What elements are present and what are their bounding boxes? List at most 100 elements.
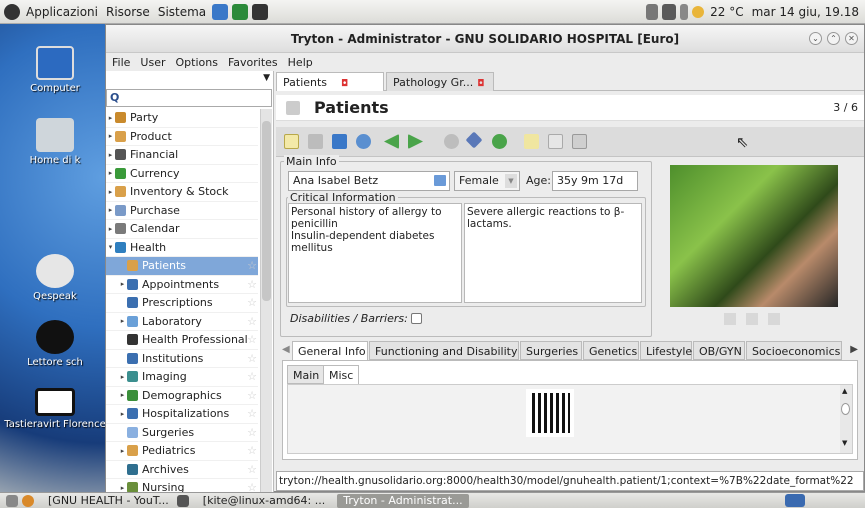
chevron-right-icon[interactable]: ▸ — [106, 169, 115, 177]
sidebar-item-pediatrics[interactable]: ▸ Pediatrics ☆ — [106, 442, 258, 461]
menu-options[interactable]: Options — [176, 56, 218, 69]
sidebar-item-archives[interactable]: Archives ☆ — [106, 461, 258, 479]
favorite-star-icon[interactable]: ☆ — [247, 426, 257, 439]
tab-lifestyle[interactable]: Lifestyle — [640, 341, 692, 360]
menu-file[interactable]: File — [112, 56, 130, 69]
tab-functioning-and-disability[interactable]: Functioning and Disability — [369, 341, 519, 360]
desktop-icon-screen-reader[interactable]: Lettore sch — [0, 320, 110, 368]
menu-sistema[interactable]: Sistema — [158, 5, 206, 19]
sidebar-item-health-professional[interactable]: Health Professional ☆ — [106, 331, 258, 350]
workspace-switcher-icon[interactable] — [785, 494, 805, 507]
chevron-right-icon[interactable]: ▸ — [106, 225, 115, 233]
photo-open-icon[interactable] — [724, 313, 736, 325]
scroll-tabs-left-icon[interactable]: ◀ — [282, 344, 290, 355]
browser-launcher-icon[interactable] — [212, 3, 229, 20]
battery-icon[interactable] — [680, 3, 689, 20]
sidebar-item-institutions[interactable]: Institutions ☆ — [106, 350, 258, 368]
distro-logo-icon[interactable] — [4, 3, 20, 20]
sidebar-item-demographics[interactable]: ▸ Demographics ☆ — [106, 387, 258, 405]
favorite-star-icon[interactable]: ☆ — [247, 389, 257, 402]
scrollbar-thumb[interactable] — [262, 121, 271, 301]
sidebar-item-laboratory[interactable]: ▸ Laboratory ☆ — [106, 313, 258, 331]
sidebar-item-health[interactable]: ▾ Health — [106, 239, 258, 257]
sidebar-item-financial[interactable]: ▸ Financial — [106, 146, 258, 165]
chevron-right-icon[interactable]: ▸ — [106, 151, 115, 159]
network-signal-icon[interactable] — [662, 3, 677, 20]
email-icon[interactable] — [548, 134, 563, 149]
misc-scrollbar[interactable]: ▲ ▼ — [840, 385, 852, 453]
sidebar-item-currency[interactable]: ▸ Currency — [106, 165, 258, 183]
maximize-icon[interactable]: ⌃ — [827, 32, 840, 45]
menu-applicazioni[interactable]: Applicazioni — [26, 5, 98, 19]
favorite-star-icon[interactable]: ☆ — [247, 370, 257, 383]
menu-favorites[interactable]: Favorites — [228, 56, 278, 69]
sidebar-scrollbar[interactable] — [260, 109, 272, 493]
show-desktop-icon[interactable] — [6, 494, 18, 507]
subtab-misc[interactable]: Misc — [323, 365, 360, 384]
sidebar-item-calendar[interactable]: ▸ Calendar — [106, 220, 258, 239]
sidebar-item-surgeries[interactable]: Surgeries ☆ — [106, 424, 258, 442]
desktop-icon-qespeak[interactable]: Qespeak — [0, 254, 110, 302]
volume-icon[interactable] — [646, 3, 659, 20]
scroll-up-icon[interactable]: ▲ — [842, 387, 847, 395]
attachment-icon[interactable] — [444, 134, 459, 149]
disabilities-checkbox[interactable] — [411, 313, 422, 324]
sidebar-item-product[interactable]: ▸ Product — [106, 128, 258, 146]
window-titlebar[interactable]: Tryton - Administrator - GNU SOLIDARIO H… — [106, 25, 864, 53]
tab-genetics[interactable]: Genetics — [583, 341, 639, 360]
close-icon[interactable]: ✕ — [845, 32, 858, 45]
sidebar-item-patients[interactable]: Patients ☆ — [106, 257, 258, 276]
favorite-star-icon[interactable]: ☆ — [247, 352, 257, 365]
tab-pathology-groups[interactable]: Pathology Gr... ◘ — [386, 72, 494, 91]
sidebar-item-prescriptions[interactable]: Prescriptions ☆ — [106, 294, 258, 313]
taskbar-item-tryton[interactable]: Tryton - Administrat... — [337, 493, 469, 508]
minimize-icon[interactable]: ⌄ — [809, 32, 822, 45]
close-tab-icon[interactable]: ◘ — [477, 79, 484, 89]
photo-save-icon[interactable] — [746, 313, 758, 325]
report-icon[interactable] — [524, 134, 539, 149]
scroll-tabs-right-icon[interactable]: ▶ — [850, 344, 858, 355]
close-tab-icon[interactable]: ◘ — [341, 79, 348, 89]
taskbar-item-terminal[interactable]: [kite@linux-amd64: ... — [197, 494, 331, 508]
chevron-right-icon[interactable]: ▸ — [118, 373, 127, 381]
sidebar-search-input[interactable]: Q — [106, 89, 272, 107]
chevron-right-icon[interactable]: ▸ — [118, 317, 127, 325]
folder-open-icon[interactable] — [434, 175, 446, 186]
chevron-right-icon[interactable]: ▸ — [118, 410, 127, 418]
favorite-star-icon[interactable]: ☆ — [247, 259, 257, 272]
menu-user[interactable]: User — [140, 56, 165, 69]
menu-risorse[interactable]: Risorse — [106, 5, 150, 19]
desktop-icon-keyboard[interactable]: Tastieravirt Florence — [0, 388, 110, 430]
sidebar-item-hospitalizations[interactable]: ▸ Hospitalizations ☆ — [106, 405, 258, 424]
sidebar-item-appointments[interactable]: ▸ Appointments ☆ — [106, 276, 258, 294]
sidebar-collapse-icon[interactable]: ▼ — [263, 73, 270, 83]
sidebar-item-purchase[interactable]: ▸ Purchase — [106, 202, 258, 220]
photo-clear-icon[interactable] — [768, 313, 780, 325]
save-icon[interactable] — [308, 134, 323, 149]
chevron-right-icon[interactable]: ▸ — [118, 391, 127, 399]
menu-help[interactable]: Help — [288, 56, 313, 69]
desktop-icon-computer[interactable]: Computer — [0, 46, 110, 94]
chevron-down-icon[interactable]: ▾ — [106, 243, 115, 251]
sidebar-item-inventory-stock[interactable]: ▸ Inventory & Stock — [106, 183, 258, 202]
monitor-launcher-icon[interactable] — [232, 3, 249, 20]
chevron-right-icon[interactable]: ▸ — [106, 132, 115, 140]
chevron-right-icon[interactable]: ▸ — [106, 206, 115, 214]
terminal-launcher-icon[interactable] — [252, 3, 269, 20]
chevron-right-icon[interactable]: ▸ — [106, 114, 115, 122]
tab-patients[interactable]: Patients ◘ — [276, 72, 384, 91]
chevron-right-icon[interactable]: ▸ — [118, 280, 127, 288]
critical-info-right-text[interactable]: Severe allergic reactions to β-lactams. — [464, 203, 642, 303]
favorite-star-icon[interactable]: ☆ — [247, 278, 257, 291]
tab-general-info[interactable]: General Info — [292, 341, 368, 360]
tab-surgeries[interactable]: Surgeries — [520, 341, 582, 360]
chevron-right-icon[interactable]: ▸ — [118, 484, 127, 492]
favorite-star-icon[interactable]: ☆ — [247, 315, 257, 328]
clock[interactable]: mar 14 giu, 19.18 — [752, 5, 859, 19]
action-icon[interactable] — [465, 131, 483, 149]
taskbar-item-browser[interactable]: [GNU HEALTH - YouT... — [42, 494, 175, 508]
favorite-star-icon[interactable]: ☆ — [247, 296, 257, 309]
favorite-star-icon[interactable]: ☆ — [247, 333, 257, 346]
relate-icon[interactable] — [492, 134, 507, 149]
favorite-star-icon[interactable]: ☆ — [247, 407, 257, 420]
